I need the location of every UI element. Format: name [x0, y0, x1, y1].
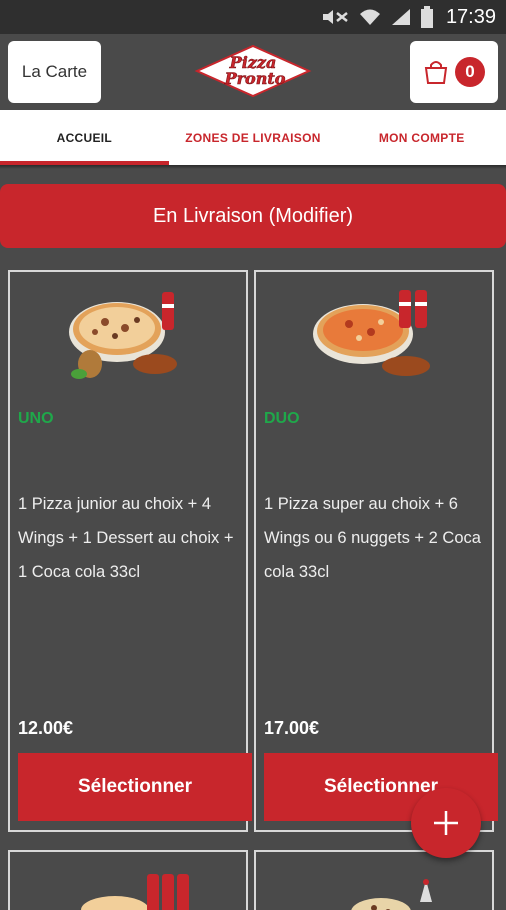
product-card-duo[interactable]: DUO 1 Pizza super au choix + 6 Wings ou … — [254, 270, 498, 832]
product-card-partial[interactable] — [8, 850, 248, 910]
product-name: DUO — [264, 410, 300, 427]
app-bar: La Carte Pizza Pronto 0 — [0, 34, 506, 110]
menu-image-partial — [351, 879, 432, 910]
wifi-icon — [359, 9, 380, 25]
product-price: 12.00€ — [18, 718, 74, 738]
select-button[interactable]: Sélectionner — [18, 753, 252, 821]
product-description: 1 Pizza super au choix + 6 Wings ou 6 nu… — [264, 495, 481, 581]
cart-button[interactable]: 0 — [410, 41, 498, 103]
tab-bar: ACCUEIL ZONES DE LIVRAISON MON COMPTE — [0, 110, 506, 165]
add-fab-button[interactable] — [411, 788, 481, 858]
tab-mon-compte[interactable]: MON COMPTE — [337, 110, 506, 165]
mute-icon — [322, 10, 348, 24]
status-bar: 17:39 — [0, 0, 506, 34]
product-card-partial[interactable] — [254, 850, 494, 910]
tab-zones-de-livraison[interactable]: ZONES DE LIVRAISON — [169, 110, 338, 165]
menu-button[interactable]: La Carte — [8, 41, 101, 103]
tab-accueil[interactable]: ACCUEIL — [0, 110, 169, 165]
pizza-pronto-logo: Pizza Pronto — [194, 44, 312, 98]
product-card-uno[interactable]: UNO 1 Pizza junior au choix + 4 Wings + … — [8, 270, 252, 832]
delivery-mode-button[interactable]: En Livraison (Modifier) — [0, 184, 506, 248]
battery-icon — [420, 6, 433, 28]
product-price: 17.00€ — [264, 718, 320, 738]
cart-count-badge: 0 — [455, 57, 485, 87]
tab-bar-shadow — [0, 165, 506, 169]
product-description: 1 Pizza junior au choix + 4 Wings + 1 De… — [18, 495, 234, 581]
logo-text-pronto: Pronto — [224, 69, 286, 88]
clock: 17:39 — [445, 5, 496, 28]
menu-image-partial — [81, 874, 189, 910]
plus-icon — [434, 811, 458, 835]
shopping-bag-icon — [424, 61, 448, 84]
duo-menu-image — [313, 290, 430, 376]
uno-menu-image — [69, 292, 177, 379]
signal-icon — [391, 9, 410, 25]
product-name: UNO — [18, 410, 54, 427]
